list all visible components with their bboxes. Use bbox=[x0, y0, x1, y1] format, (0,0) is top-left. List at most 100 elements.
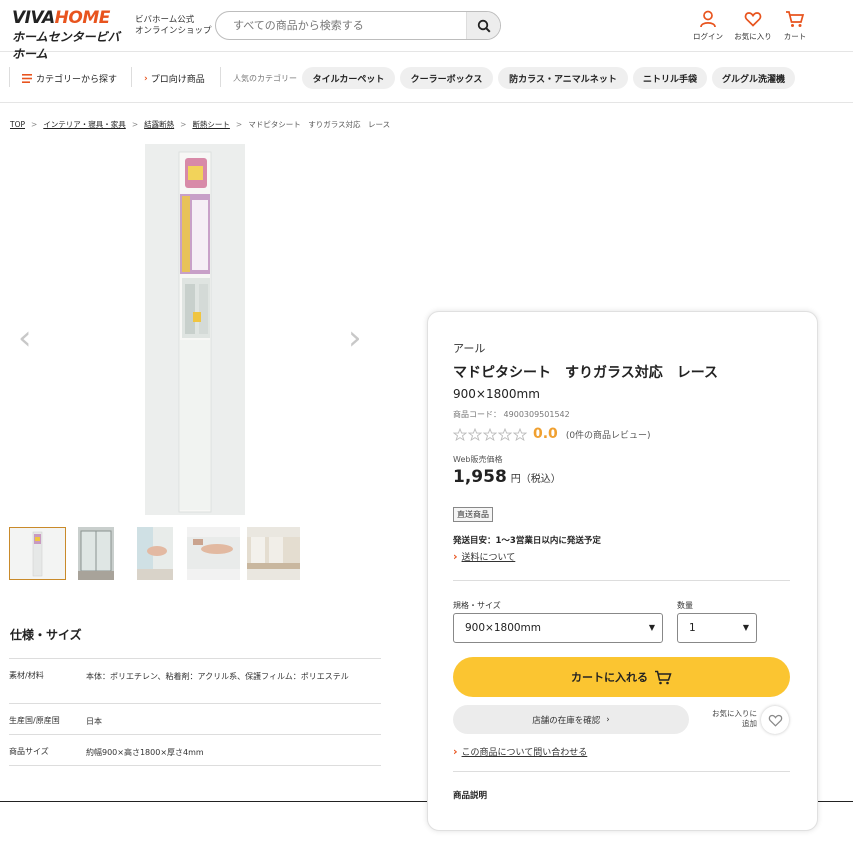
chevron-right-icon: › bbox=[453, 745, 458, 758]
shop-sub-line2: オンラインショップ bbox=[135, 26, 212, 36]
chip-crow-animal-net[interactable]: 防カラス・アニマルネット bbox=[498, 67, 628, 89]
search-icon bbox=[477, 19, 491, 33]
chip-tile-carpet[interactable]: タイルカーペット bbox=[302, 67, 395, 89]
login-label: ログイン bbox=[693, 32, 723, 41]
rating-stars[interactable] bbox=[453, 427, 527, 441]
dropdown-arrow-icon: ▼ bbox=[742, 623, 749, 632]
star-icon bbox=[498, 427, 512, 441]
direct-shipping-tag: 直送商品 bbox=[453, 507, 493, 522]
search-bar bbox=[215, 11, 501, 40]
category-menu-button[interactable]: カテゴリーから探す bbox=[22, 72, 117, 85]
favorites-label: お気に入り bbox=[734, 32, 772, 41]
pro-products-link[interactable]: › プロ向け商品 bbox=[144, 72, 205, 86]
chevron-right-icon: › bbox=[606, 714, 610, 725]
breadcrumb-condensation[interactable]: 結露断熱 bbox=[144, 120, 174, 129]
chevron-right-icon: › bbox=[453, 550, 458, 563]
cart-icon bbox=[786, 11, 805, 27]
product-name: マドピタシート すりガラス対応 レース bbox=[453, 365, 719, 381]
nav-divider bbox=[131, 67, 132, 87]
breadcrumb-insulation-sheet[interactable]: 断熱シート bbox=[192, 120, 230, 129]
heart-icon bbox=[768, 714, 782, 727]
card-divider bbox=[453, 771, 790, 772]
search-input[interactable] bbox=[216, 12, 466, 39]
favorites-button[interactable]: お気に入り bbox=[733, 10, 773, 42]
cart-icon bbox=[655, 670, 672, 684]
spec-select-label: 規格・サイズ bbox=[453, 601, 501, 610]
site-header: VIVAHOME ホームセンタービバホーム ビバホーム公式 オンラインショップ … bbox=[0, 0, 853, 61]
spec-select[interactable]: 900×1800mm ▼ bbox=[453, 613, 663, 643]
breadcrumb-top[interactable]: TOP bbox=[10, 120, 25, 129]
product-code-label: 商品コード： bbox=[453, 410, 501, 419]
breadcrumb-interior[interactable]: インテリア・寝具・家具 bbox=[43, 120, 126, 129]
add-favorite-label: お気に入りに 追加 bbox=[705, 709, 757, 729]
price-row: 1,958 円（税込） bbox=[453, 467, 561, 487]
nav-divider bbox=[220, 67, 221, 87]
vivahome-logo[interactable]: VIVAHOME ホームセンタービバホーム bbox=[12, 8, 127, 61]
add-to-cart-button[interactable]: カートに入れる bbox=[453, 657, 790, 697]
star-icon bbox=[453, 427, 467, 441]
check-store-stock-button[interactable]: 店舗の在庫を確認 › bbox=[453, 705, 689, 734]
product-code: 4900309501542 bbox=[503, 410, 570, 419]
thumbnail-1-selected[interactable] bbox=[9, 527, 66, 580]
breadcrumb-current: マドピタシート すりガラス対応 レース bbox=[248, 120, 391, 129]
check-store-stock-label: 店舗の在庫を確認 bbox=[532, 715, 601, 726]
shipping-fee-link[interactable]: › 送料について bbox=[453, 550, 515, 563]
category-nav: カテゴリーから探す › プロ向け商品 人気のカテゴリー タイルカーペット クーラ… bbox=[0, 53, 853, 103]
menu-icon bbox=[22, 74, 32, 83]
chip-washing-machine[interactable]: グルグル洗濯機 bbox=[712, 67, 795, 89]
nav-divider bbox=[9, 67, 10, 87]
specs-title: 仕様・サイズ bbox=[10, 628, 82, 642]
heart-icon bbox=[744, 12, 762, 27]
quantity-value: 1 bbox=[689, 622, 696, 634]
thumbnail-4[interactable] bbox=[187, 527, 240, 580]
product-code-line: 商品コード： 4900309501542 bbox=[453, 409, 570, 420]
breadcrumb: TOP > インテリア・寝具・家具 > 結露断熱 > 断熱シート > マドピタシート すりガラス… bbox=[10, 120, 391, 129]
card-divider bbox=[453, 580, 790, 581]
specs-row-size: 商品サイズ 約幅900×高さ1800×厚さ4mm bbox=[9, 735, 381, 766]
product-brand: アール bbox=[453, 342, 486, 355]
product-inquiry-link[interactable]: › この商品について問い合わせる bbox=[453, 745, 587, 758]
specs-key: 商品サイズ bbox=[9, 747, 49, 756]
specs-key: 素材/材料 bbox=[9, 671, 44, 680]
official-shop-label: ビバホーム公式 オンラインショップ bbox=[135, 15, 212, 37]
specs-table: 素材/材料 本体：ポリエチレン、粘着剤：アクリル系、保護フィルム：ポリエステル … bbox=[9, 658, 381, 766]
dropdown-arrow-icon: ▼ bbox=[648, 623, 655, 632]
add-favorite-button[interactable] bbox=[761, 706, 789, 734]
pro-products-label: プロ向け商品 bbox=[150, 75, 205, 85]
search-button[interactable] bbox=[466, 12, 500, 39]
quantity-label: 数量 bbox=[677, 601, 693, 610]
gallery-next-arrow[interactable]: › bbox=[348, 318, 362, 358]
star-icon bbox=[483, 427, 497, 441]
specs-value: 日本 bbox=[86, 717, 102, 726]
chip-nitrile-gloves[interactable]: ニトリル手袋 bbox=[633, 67, 707, 89]
cart-button[interactable]: カート bbox=[775, 10, 815, 42]
product-info-card: アール マドピタシート すりガラス対応 レース 900×1800mm 商品コード… bbox=[427, 311, 818, 831]
login-button[interactable]: ログイン bbox=[688, 10, 728, 42]
review-count-link[interactable]: (0件の商品レビュー) bbox=[566, 428, 651, 441]
product-size: 900×1800mm bbox=[453, 387, 540, 401]
quantity-select[interactable]: 1 ▼ bbox=[677, 613, 757, 643]
thumbnail-5[interactable] bbox=[247, 527, 300, 580]
rating-value: 0.0 bbox=[533, 426, 558, 442]
shop-sub-line1: ビバホーム公式 bbox=[135, 15, 195, 25]
price-unit: 円（税込） bbox=[510, 474, 561, 485]
price-label: Web販売価格 bbox=[453, 455, 503, 464]
star-icon bbox=[513, 427, 527, 441]
category-menu-label: カテゴリーから探す bbox=[36, 75, 118, 85]
chip-cooler-box[interactable]: クーラーボックス bbox=[400, 67, 493, 89]
thumbnail-3[interactable] bbox=[137, 527, 173, 580]
shipping-estimate: 発送目安：1〜3営業日以内に発送予定 bbox=[453, 536, 601, 546]
star-icon bbox=[468, 427, 482, 441]
specs-row-origin: 生産国/原産国 日本 bbox=[9, 704, 381, 735]
shipping-fee-label: 送料について bbox=[461, 553, 516, 563]
popular-categories-label: 人気のカテゴリー bbox=[233, 74, 297, 83]
specs-value: 約幅900×高さ1800×厚さ4mm bbox=[86, 748, 204, 757]
spec-select-value: 900×1800mm bbox=[465, 622, 542, 634]
thumbnail-2[interactable] bbox=[78, 527, 114, 580]
specs-row-material: 素材/材料 本体：ポリエチレン、粘着剤：アクリル系、保護フィルム：ポリエステル bbox=[9, 659, 381, 704]
price-value: 1,958 bbox=[453, 467, 507, 487]
gallery-prev-arrow[interactable]: ‹ bbox=[18, 318, 32, 358]
specs-value: 本体：ポリエチレン、粘着剤：アクリル系、保護フィルム：ポリエステル bbox=[86, 672, 349, 681]
description-heading: 商品説明 bbox=[453, 791, 488, 801]
product-main-image[interactable] bbox=[145, 144, 245, 515]
